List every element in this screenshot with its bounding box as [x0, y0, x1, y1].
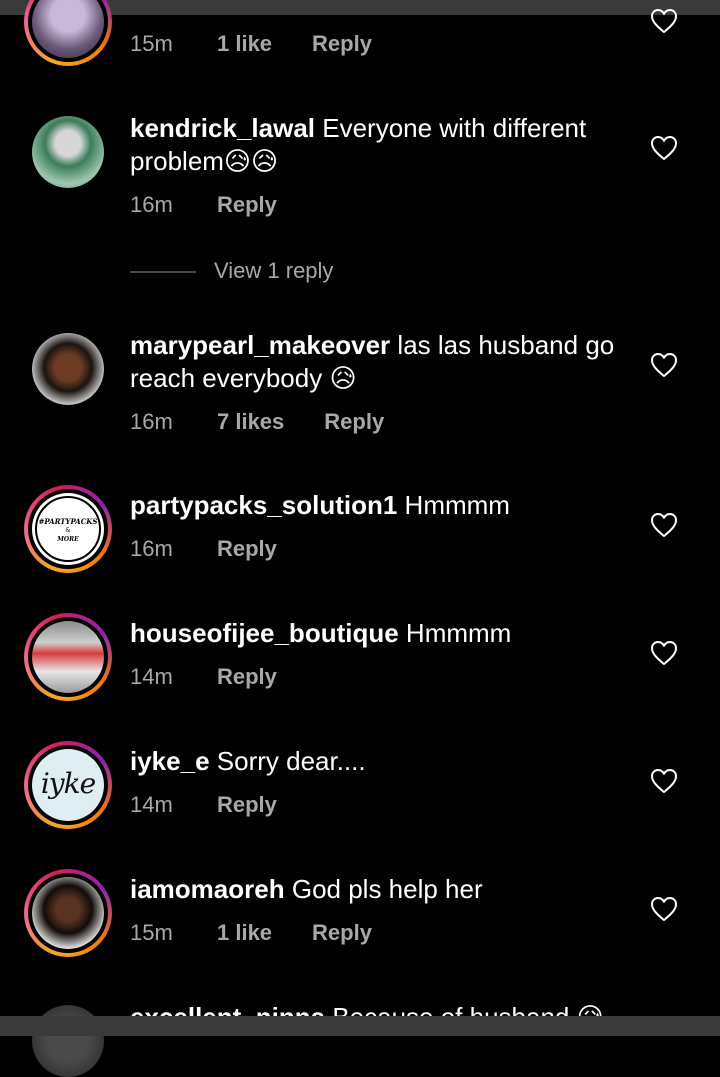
- comment-time: 16m: [130, 192, 173, 217]
- comment-body: houseofijee_boutique Hmmmm: [130, 617, 620, 650]
- avatar[interactable]: #PARTYPACKS & MORE: [24, 485, 112, 573]
- comment-meta: 16m Reply: [130, 192, 277, 218]
- avatar[interactable]: iyke: [24, 741, 112, 829]
- heart-icon[interactable]: [650, 512, 678, 538]
- heart-icon[interactable]: [650, 352, 678, 378]
- comment-body: partypacks_solution1 Hmmmm: [130, 489, 620, 522]
- heart-icon[interactable]: [650, 768, 678, 794]
- comment-body: iyke_e Sorry dear....: [130, 745, 620, 778]
- comment-time: 15m: [130, 31, 173, 56]
- avatar-logo-text: iyke: [40, 767, 96, 800]
- comment-meta: 16m 7 likes Reply: [130, 409, 384, 435]
- navigation-bar: [0, 1016, 720, 1036]
- avatar[interactable]: [32, 333, 104, 405]
- comment-username[interactable]: iamomaoreh: [130, 874, 285, 904]
- reply-button[interactable]: Reply: [312, 31, 372, 57]
- heart-icon[interactable]: [650, 135, 678, 161]
- comment-body: marypearl_makeover las las husband go re…: [130, 329, 620, 395]
- comment-time: 15m: [130, 920, 173, 945]
- comment-text: Hmmmm: [405, 618, 512, 648]
- comment-likes[interactable]: 7 likes: [217, 409, 284, 435]
- reply-button[interactable]: Reply: [217, 792, 277, 818]
- comment-time: 14m: [130, 664, 173, 689]
- avatar-logo-text: MORE: [57, 536, 79, 543]
- comment-username[interactable]: iyke_e: [130, 746, 210, 776]
- avatar-logo-text: &: [65, 527, 71, 534]
- reply-button[interactable]: Reply: [312, 920, 372, 946]
- heart-icon[interactable]: [650, 896, 678, 922]
- comment-text: Sorry dear....: [216, 746, 366, 776]
- avatar[interactable]: [24, 869, 112, 957]
- comment-meta: 14m Reply: [130, 792, 277, 818]
- heart-icon[interactable]: [650, 8, 678, 34]
- comment-username[interactable]: marypearl_makeover: [130, 330, 390, 360]
- reply-button[interactable]: Reply: [217, 536, 277, 562]
- avatar[interactable]: [24, 0, 112, 66]
- comment-username[interactable]: houseofijee_boutique: [130, 618, 399, 648]
- comment-text: God pls help her: [291, 874, 483, 904]
- comment-time: 16m: [130, 409, 173, 434]
- divider: [130, 271, 196, 273]
- reply-button[interactable]: Reply: [217, 664, 277, 690]
- reply-button[interactable]: Reply: [324, 409, 384, 435]
- comment-meta: 14m Reply: [130, 664, 277, 690]
- avatar[interactable]: [24, 613, 112, 701]
- comment-likes[interactable]: 1 like: [217, 920, 272, 946]
- comment-time: 14m: [130, 792, 173, 817]
- comment-text: Hmmmm: [404, 490, 510, 520]
- reply-button[interactable]: Reply: [217, 192, 277, 218]
- comment-time: 16m: [130, 536, 173, 561]
- comment-username[interactable]: kendrick_lawal: [130, 113, 315, 143]
- comment-username[interactable]: partypacks_solution1: [130, 490, 397, 520]
- comment-meta: 16m Reply: [130, 536, 277, 562]
- comment-meta: 15m 1 like Reply: [130, 31, 372, 57]
- avatar[interactable]: [32, 116, 104, 188]
- avatar-logo-text: #PARTYPACKS: [38, 517, 98, 526]
- comment-body: iamomaoreh God pls help her: [130, 873, 620, 906]
- heart-icon[interactable]: [650, 640, 678, 666]
- comment-body: kendrick_lawal Everyone with different p…: [130, 112, 620, 178]
- comment-likes[interactable]: 1 like: [217, 31, 272, 57]
- comment-meta: 15m 1 like Reply: [130, 920, 372, 946]
- view-replies-label: View 1 reply: [214, 258, 334, 283]
